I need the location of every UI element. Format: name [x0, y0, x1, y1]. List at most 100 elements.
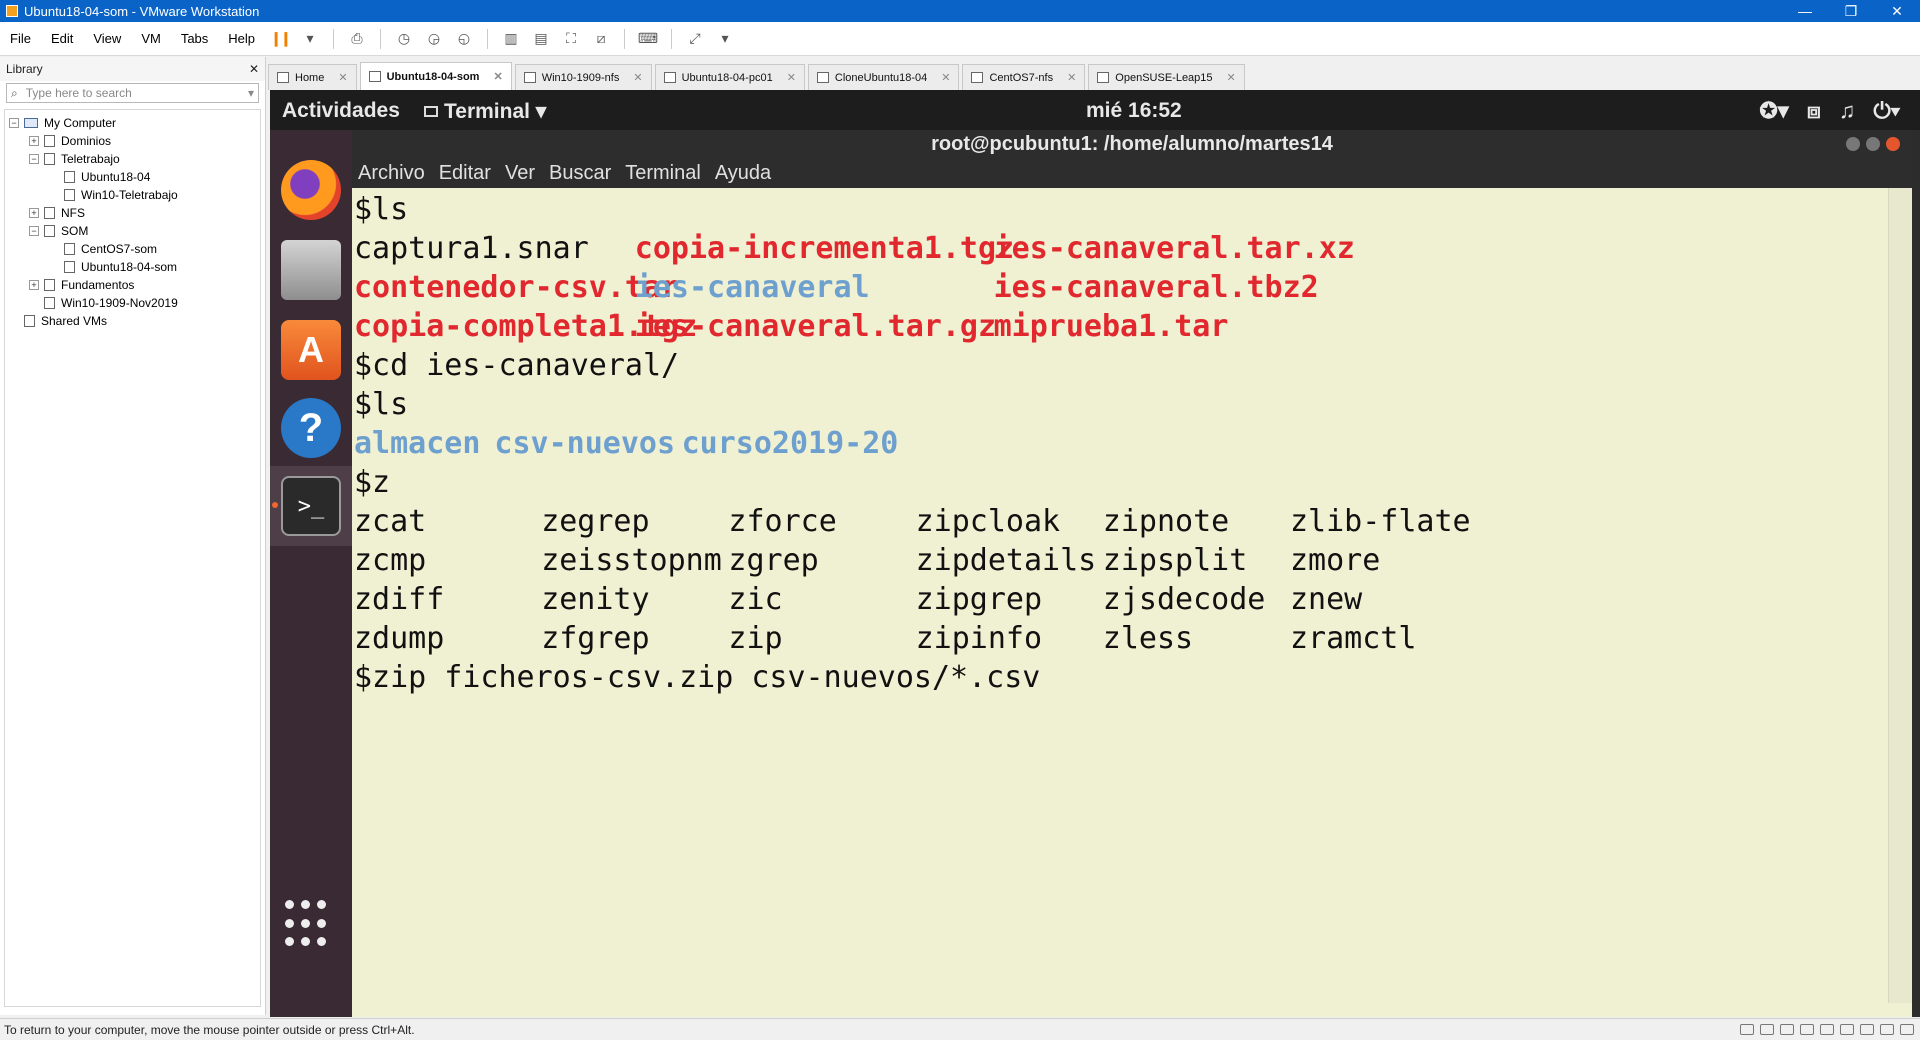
clock[interactable]: mié 16:52: [1086, 99, 1182, 123]
computer-icon: [24, 118, 38, 128]
tab-home[interactable]: Home ✕: [268, 64, 357, 90]
tree-node[interactable]: Win10-Teletrabajo: [5, 186, 260, 204]
tree-node[interactable]: Win10-1909-Nov2019: [5, 294, 260, 312]
cd-drive-icon[interactable]: [1780, 1024, 1794, 1035]
usb-icon[interactable]: [1820, 1024, 1834, 1035]
tab-close-icon[interactable]: ✕: [633, 71, 642, 84]
tab-close-icon[interactable]: ✕: [941, 71, 950, 84]
snapshot-manager-icon[interactable]: ◵: [453, 28, 475, 50]
tree-node[interactable]: − SOM: [5, 222, 260, 240]
terminal-window-controls: [1846, 137, 1900, 151]
chevron-down-icon[interactable]: ▾: [714, 28, 736, 50]
network-adapter-icon[interactable]: [1800, 1024, 1814, 1035]
tab-close-icon[interactable]: ✕: [338, 71, 347, 84]
tree-node[interactable]: Shared VMs: [5, 312, 260, 330]
files-icon[interactable]: [281, 240, 341, 300]
menu-help[interactable]: Help: [218, 31, 265, 46]
revert-snapshot-icon[interactable]: ◶: [423, 28, 445, 50]
tab-close-icon[interactable]: ✕: [493, 70, 502, 83]
menu-tabs[interactable]: Tabs: [171, 31, 218, 46]
tree-node[interactable]: Ubuntu18-04: [5, 168, 260, 186]
terminal-menu-buscar[interactable]: Buscar: [549, 162, 611, 185]
full-screen-icon[interactable]: ⛶: [560, 28, 582, 50]
terminal-scrollbar[interactable]: [1888, 188, 1912, 1003]
terminal-output[interactable]: $ls captura1.snar copia-incrementa1.tgz ies…: [352, 188, 1880, 1003]
tab-centos7-nfs[interactable]: CentOS7-nfs ✕: [962, 64, 1086, 90]
terminal-text: zcat: [354, 504, 427, 539]
minimize-button[interactable]: —: [1782, 3, 1828, 19]
help-icon[interactable]: ?: [281, 398, 341, 458]
power-icon[interactable]: ⏻▾: [1873, 98, 1900, 124]
menu-edit[interactable]: Edit: [41, 31, 83, 46]
expander-icon[interactable]: −: [29, 154, 39, 164]
terminal-menu-terminal[interactable]: Terminal: [625, 162, 701, 185]
stretch-guest-icon[interactable]: ⤢: [684, 28, 706, 50]
terminal-minimize-icon[interactable]: [1846, 137, 1860, 151]
expander-icon[interactable]: +: [29, 280, 39, 290]
terminal-menu-editar[interactable]: Editar: [439, 162, 491, 185]
terminal-close-icon[interactable]: [1886, 137, 1900, 151]
activities-button[interactable]: Actividades: [282, 99, 400, 123]
terminal-icon[interactable]: >_: [281, 476, 341, 536]
hard-disk-icon[interactable]: [1740, 1024, 1754, 1035]
chevron-down-icon[interactable]: ▾: [299, 28, 321, 50]
app-menu-terminal[interactable]: Terminal ▾: [424, 99, 546, 124]
terminal-text: zcmp: [354, 543, 427, 578]
message-log-icon[interactable]: [1900, 1024, 1914, 1035]
chevron-down-icon[interactable]: ▾: [248, 86, 254, 100]
menu-view[interactable]: View: [83, 31, 131, 46]
network-icon[interactable]: ⧈: [1807, 98, 1821, 124]
tree-node[interactable]: Ubuntu18-04-som: [5, 258, 260, 276]
terminal-menu-archivo[interactable]: Archivo: [358, 162, 425, 185]
expander-icon[interactable]: +: [29, 136, 39, 146]
tab-ubuntu18-04-pc01[interactable]: Ubuntu18-04-pc01 ✕: [654, 64, 805, 90]
hard-disk-icon[interactable]: [1760, 1024, 1774, 1035]
software-store-icon[interactable]: A: [281, 320, 341, 380]
tree-node[interactable]: + NFS: [5, 204, 260, 222]
expander-icon[interactable]: −: [29, 226, 39, 236]
tree-node[interactable]: + Dominios: [5, 132, 260, 150]
tree-node-label: Teletrabajo: [61, 152, 120, 166]
pause-icon[interactable]: ❙❙: [269, 28, 291, 50]
terminal-menu-ayuda[interactable]: Ayuda: [715, 162, 771, 185]
tree-node[interactable]: CentOS7-som: [5, 240, 260, 258]
accessibility-icon[interactable]: ✪▾: [1759, 98, 1788, 124]
library-close-icon[interactable]: ✕: [249, 62, 259, 76]
tab-cloneubuntu18-04[interactable]: CloneUbuntu18-04 ✕: [807, 64, 960, 90]
terminal-window[interactable]: root@pcubuntu1: /home/alumno/martes14 Ar…: [352, 130, 1912, 1017]
tab-ubuntu18-04-som[interactable]: Ubuntu18-04-som ✕: [359, 62, 512, 90]
sound-card-icon[interactable]: [1840, 1024, 1854, 1035]
tree-node[interactable]: − My Computer: [5, 114, 260, 132]
show-applications-icon[interactable]: [285, 900, 335, 950]
tree-node[interactable]: − Teletrabajo: [5, 150, 260, 168]
thumbnail-bar-icon[interactable]: ▤: [530, 28, 552, 50]
firefox-icon[interactable]: [281, 160, 341, 220]
guest-screen[interactable]: Actividades Terminal ▾ mié 16:52 ✪▾ ⧈ ♫ …: [270, 90, 1920, 1017]
tab-opensuse-leap15[interactable]: OpenSUSE-Leap15 ✕: [1088, 64, 1245, 90]
display-icon[interactable]: [1880, 1024, 1894, 1035]
terminal-menu-ver[interactable]: Ver: [505, 162, 535, 185]
tab-close-icon[interactable]: ✕: [787, 71, 796, 84]
expander-icon[interactable]: −: [9, 118, 19, 128]
menu-bar: File Edit View VM Tabs Help ❙❙ ▾ ⎙ ◷ ◶ ◵…: [0, 22, 1920, 56]
snapshot-icon[interactable]: ◷: [393, 28, 415, 50]
menu-file[interactable]: File: [0, 31, 41, 46]
tab-close-icon[interactable]: ✕: [1227, 71, 1236, 84]
tab-win10-1909-nfs[interactable]: Win10-1909-nfs ✕: [514, 64, 652, 90]
library-search-input[interactable]: ⌕ Type here to search ▾: [6, 83, 259, 103]
volume-icon[interactable]: ♫: [1839, 98, 1856, 124]
printer-icon[interactable]: [1860, 1024, 1874, 1035]
terminal-maximize-icon[interactable]: [1866, 137, 1880, 151]
menu-vm[interactable]: VM: [131, 31, 171, 46]
tree-node[interactable]: + Fundamentos: [5, 276, 260, 294]
restore-button[interactable]: ❐: [1828, 3, 1874, 20]
vm-icon: [64, 189, 75, 201]
console-view-icon[interactable]: ⌨: [637, 28, 659, 50]
system-tray[interactable]: ✪▾ ⧈ ♫ ⏻▾: [1759, 98, 1900, 124]
show-library-icon[interactable]: ▥: [500, 28, 522, 50]
unity-icon[interactable]: ⧄: [590, 28, 612, 50]
tab-close-icon[interactable]: ✕: [1067, 71, 1076, 84]
close-button[interactable]: ✕: [1874, 3, 1920, 20]
send-keys-icon[interactable]: ⎙: [346, 28, 368, 50]
expander-icon[interactable]: +: [29, 208, 39, 218]
